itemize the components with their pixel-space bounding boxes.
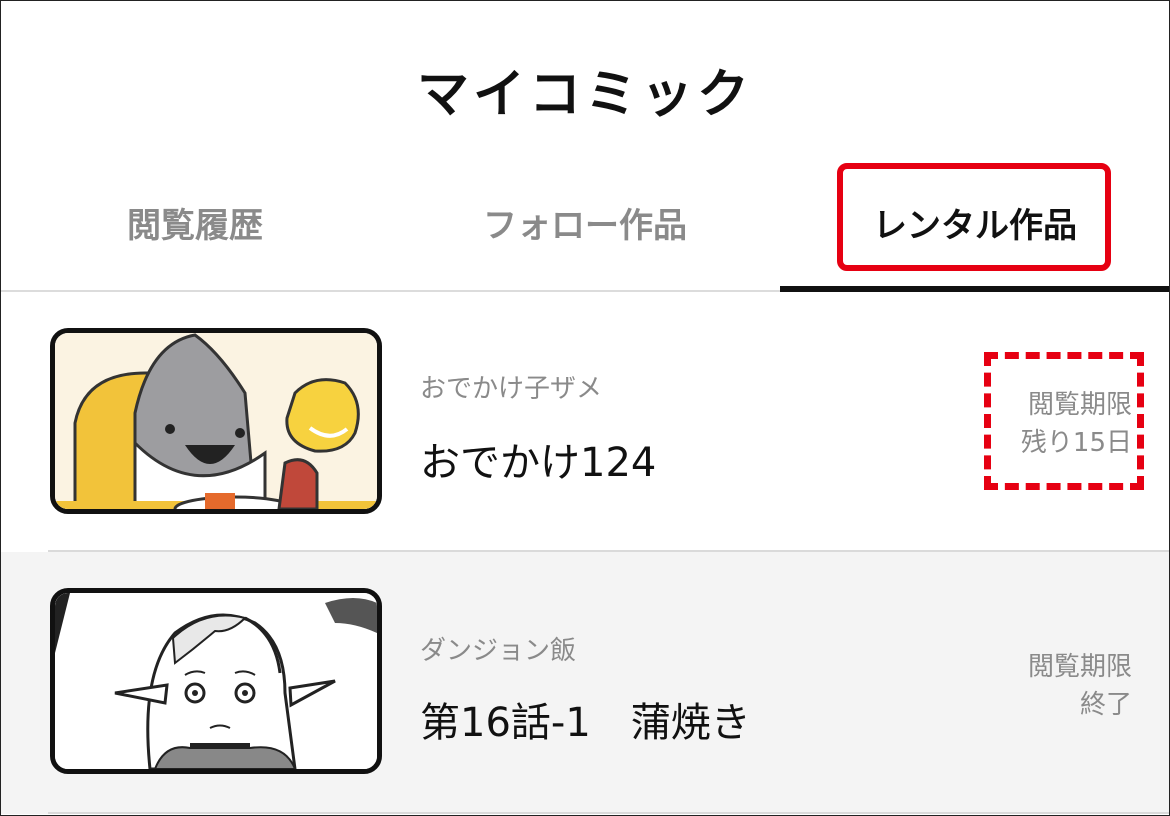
tab-follow[interactable]: フォロー作品 <box>390 180 780 280</box>
elf-comic-thumbnail[interactable] <box>50 588 382 774</box>
episode-title: おでかけ124 <box>420 440 657 486</box>
page-title: マイコミック <box>416 65 753 125</box>
series-title: おでかけ子ザメ <box>420 374 603 404</box>
list-item[interactable]: おでかけ子ザメ おでかけ124 閲覧期限 残り15日 <box>0 292 1170 550</box>
deadline-highlight <box>984 352 1144 490</box>
tab-history[interactable]: 閲覧履歴 <box>0 180 390 280</box>
tab-rental-highlight <box>837 163 1111 271</box>
view-deadline: 閲覧期限 終了 <box>1028 648 1132 724</box>
episode-title: 第16話-1 蒲焼き <box>420 700 751 746</box>
row-divider <box>48 812 1170 814</box>
shark-comic-thumbnail[interactable] <box>50 328 382 514</box>
series-title: ダンジョン飯 <box>420 636 577 666</box>
list-item[interactable]: ダンジョン飯 第16話-1 蒲焼き 閲覧期限 終了 <box>0 552 1170 814</box>
tab-bar: 閲覧履歴 フォロー作品 レンタル作品 <box>0 163 1170 292</box>
deadline-value: 終了 <box>1079 690 1132 720</box>
deadline-label: 閲覧期限 <box>1027 652 1132 682</box>
